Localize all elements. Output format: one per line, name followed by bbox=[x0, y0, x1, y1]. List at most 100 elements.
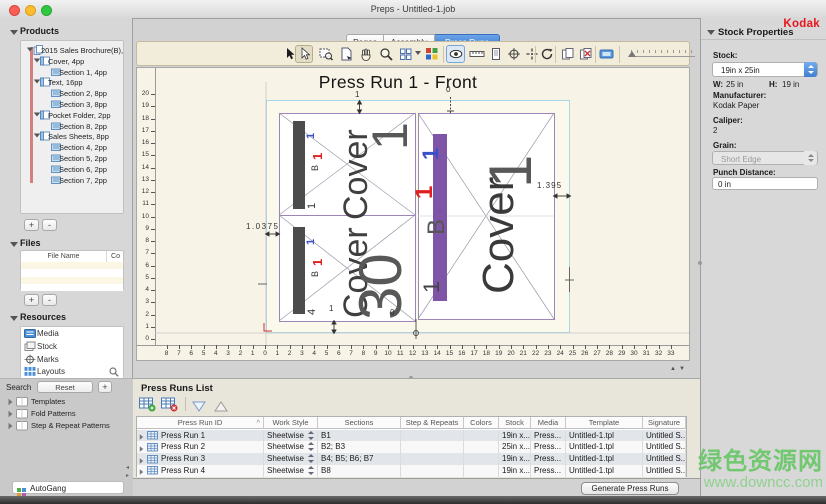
marks-tool-icon[interactable] bbox=[425, 47, 439, 61]
cell-work_style[interactable]: Sheetwise bbox=[264, 465, 318, 477]
cell-colors[interactable] bbox=[464, 430, 499, 442]
measure-ruler-icon[interactable] bbox=[469, 47, 483, 61]
tree-item-text-16pp[interactable]: Text, 16pp bbox=[21, 77, 123, 88]
pattern-disclosure-icon[interactable] bbox=[9, 411, 13, 417]
tree-item-cover-4pp[interactable]: Cover, 4pp bbox=[21, 56, 123, 67]
cell-step_repeats[interactable] bbox=[401, 465, 464, 477]
move-down-icon[interactable] bbox=[192, 399, 206, 417]
work-style-stepper-icon[interactable] bbox=[308, 454, 314, 463]
move-up-icon[interactable] bbox=[214, 399, 228, 417]
cell-stock[interactable]: 25in x... bbox=[499, 441, 531, 453]
page-view-icon[interactable] bbox=[489, 47, 503, 61]
select-arrow-icon[interactable] bbox=[283, 47, 297, 61]
cell-step_repeats[interactable] bbox=[401, 430, 464, 442]
sheet-nav-icon[interactable] bbox=[599, 47, 613, 61]
cell-stock[interactable]: 19in x... bbox=[499, 430, 531, 442]
resources-disclosure-icon[interactable] bbox=[10, 316, 18, 321]
cell-step_repeats[interactable] bbox=[401, 441, 464, 453]
tree-item-section-1-4pp[interactable]: Section 1, 4pp bbox=[21, 67, 123, 78]
cell-colors[interactable] bbox=[464, 441, 499, 453]
add-search-button[interactable]: + bbox=[98, 381, 112, 393]
tree-item-section-6-2pp[interactable]: Section 6, 2pp bbox=[21, 164, 123, 175]
press-run-row[interactable]: Press Run 1SheetwiseB119in x...Press...U… bbox=[137, 430, 686, 442]
cell-work_style[interactable]: Sheetwise bbox=[264, 441, 318, 453]
cell-media[interactable]: Press... bbox=[531, 430, 566, 442]
remove-file-button[interactable]: - bbox=[42, 294, 57, 306]
tree-item-section-7-2pp[interactable]: Section 7, 2pp bbox=[21, 175, 123, 186]
files-disclosure-icon[interactable] bbox=[10, 242, 18, 247]
panel-scroll-left-icon[interactable]: ◂ bbox=[126, 465, 129, 471]
layout-grid-icon[interactable] bbox=[399, 47, 413, 61]
column-header-media[interactable]: Media bbox=[531, 417, 566, 429]
cell-id[interactable]: Press Run 3 bbox=[137, 453, 264, 465]
pattern-item-templates[interactable]: Templates bbox=[0, 396, 133, 408]
row-disclosure-icon[interactable] bbox=[140, 469, 144, 475]
cell-template[interactable]: Untitled-1.tpl bbox=[566, 430, 643, 442]
column-header-stock[interactable]: Stock bbox=[499, 417, 531, 429]
add-file-button[interactable]: + bbox=[24, 294, 39, 306]
delete-press-run-icon[interactable] bbox=[161, 397, 179, 417]
cell-sections[interactable]: B2; B3 bbox=[318, 441, 401, 453]
grain-select[interactable]: Short Edge bbox=[712, 151, 818, 165]
press-run-row[interactable]: Press Run 4SheetwiseB819in x...Press...U… bbox=[137, 465, 686, 477]
tree-item-section-2-8pp[interactable]: Section 2, 8pp bbox=[21, 88, 123, 99]
add-press-run-icon[interactable] bbox=[139, 397, 157, 417]
tree-item-2015-sales-brochure-b[interactable]: 2015 Sales Brochure(B), bbox=[21, 45, 123, 56]
refresh-icon[interactable] bbox=[540, 47, 554, 61]
cell-sections[interactable]: B1 bbox=[318, 430, 401, 442]
row-disclosure-icon[interactable] bbox=[140, 458, 144, 464]
stock-stepper-icon[interactable] bbox=[804, 62, 817, 77]
cell-template[interactable]: Untitled-1.tpl bbox=[566, 465, 643, 477]
pattern-disclosure-icon[interactable] bbox=[9, 399, 13, 405]
add-product-button[interactable]: + bbox=[24, 219, 39, 231]
work-style-stepper-icon[interactable] bbox=[308, 442, 314, 451]
cell-signature[interactable]: Untitled S.. bbox=[643, 430, 686, 442]
duplicate-pages-icon[interactable] bbox=[561, 47, 575, 61]
column-header-id[interactable]: Press Run ID^ bbox=[137, 417, 264, 429]
column-header-sections[interactable]: Sections bbox=[318, 417, 401, 429]
cell-media[interactable]: Press... bbox=[531, 441, 566, 453]
column-header-signature[interactable]: Signature bbox=[643, 417, 686, 429]
press-run-row[interactable]: Press Run 2SheetwiseB2; B3 25in x...Press… bbox=[137, 441, 686, 453]
page-tool-icon[interactable] bbox=[339, 47, 353, 61]
imposition-canvas[interactable]: Press Run 1 - Front 20191817161514131211… bbox=[136, 67, 690, 361]
row-disclosure-icon[interactable] bbox=[140, 446, 144, 452]
canvas-scroll-up-icon[interactable]: ▲ bbox=[670, 366, 676, 372]
cell-work_style[interactable]: Sheetwise bbox=[264, 453, 318, 465]
products-disclosure-icon[interactable] bbox=[10, 30, 18, 35]
cell-sections[interactable]: B8 bbox=[318, 465, 401, 477]
pattern-item-step-repeat-patterns[interactable]: Step & Repeat Patterns bbox=[0, 420, 133, 432]
reset-search-button[interactable]: Reset bbox=[37, 381, 93, 393]
cell-colors[interactable] bbox=[464, 465, 499, 477]
zoom-marquee-icon[interactable] bbox=[319, 47, 333, 61]
generate-press-runs-button[interactable]: Generate Press Runs bbox=[581, 482, 679, 495]
layout-grid-caret-icon[interactable] bbox=[415, 51, 421, 55]
cell-id[interactable]: Press Run 1 bbox=[137, 430, 264, 442]
preview-eye-icon[interactable] bbox=[449, 47, 463, 61]
tree-item-sales-sheets-8pp[interactable]: Sales Sheets, 8pp bbox=[21, 131, 123, 142]
column-header-work_style[interactable]: Work Style bbox=[264, 417, 318, 429]
tree-item-section-5-2pp[interactable]: Section 5, 2pp bbox=[21, 153, 123, 164]
cell-sections[interactable]: B4; B5; B6; B7 bbox=[318, 453, 401, 465]
cell-step_repeats[interactable] bbox=[401, 453, 464, 465]
center-marks-icon[interactable] bbox=[525, 47, 539, 61]
cell-template[interactable]: Untitled-1.tpl bbox=[566, 441, 643, 453]
cell-signature[interactable]: Untitled S.. bbox=[643, 453, 686, 465]
tree-item-pocket-folder-2pp[interactable]: Pocket Folder, 2pp bbox=[21, 110, 123, 121]
hand-tool-icon[interactable] bbox=[359, 47, 373, 61]
remove-product-button[interactable]: - bbox=[42, 219, 57, 231]
cell-signature[interactable]: Untitled S.. bbox=[643, 465, 686, 477]
stock-select[interactable]: 19in x 25in bbox=[712, 62, 818, 77]
autogang-item[interactable]: AutoGang bbox=[12, 481, 124, 494]
pattern-disclosure-icon[interactable] bbox=[9, 423, 13, 429]
cell-colors[interactable] bbox=[464, 453, 499, 465]
column-header-template[interactable]: Template bbox=[566, 417, 643, 429]
cell-id[interactable]: Press Run 2 bbox=[137, 441, 264, 453]
row-disclosure-icon[interactable] bbox=[140, 434, 144, 440]
work-style-stepper-icon[interactable] bbox=[308, 466, 314, 475]
stock-properties-disclosure-icon[interactable] bbox=[707, 30, 715, 35]
tree-item-section-8-2pp[interactable]: Section 8, 2pp bbox=[21, 121, 123, 132]
registration-target-icon[interactable] bbox=[507, 47, 521, 61]
zoom-slider-thumb[interactable] bbox=[628, 51, 636, 57]
canvas-scroll-down-icon[interactable]: ▼ bbox=[679, 366, 685, 372]
